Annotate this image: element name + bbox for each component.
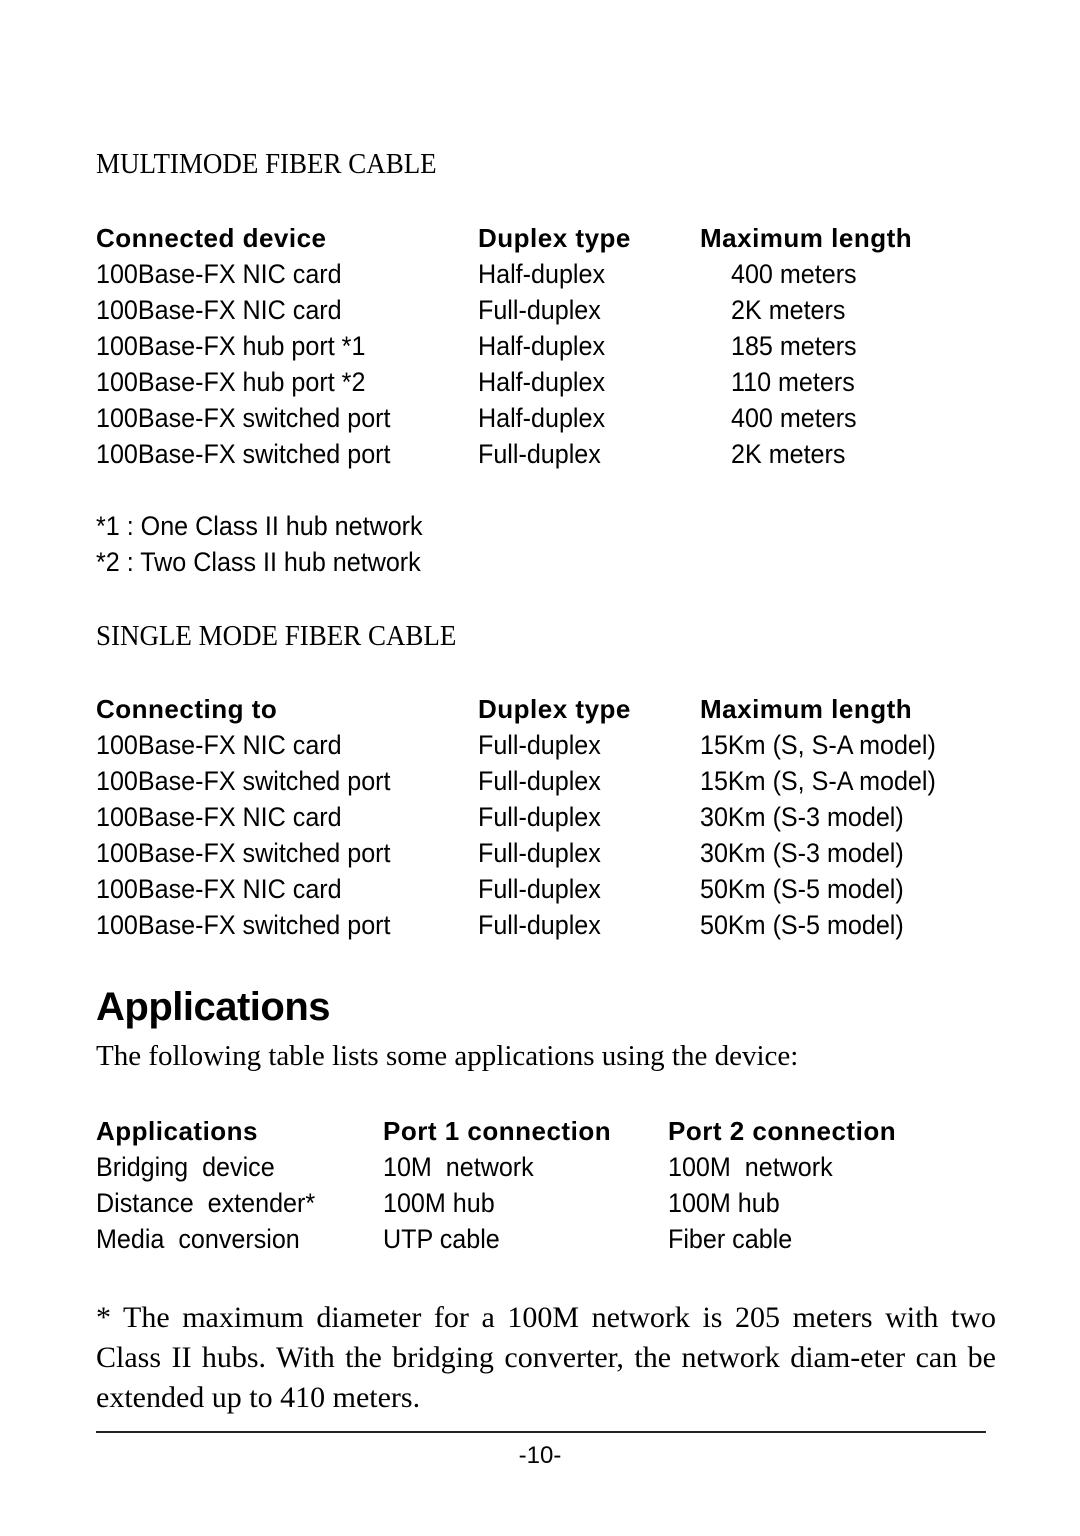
- header-duplex-type: Duplex type: [478, 223, 631, 253]
- header-connected-device: Connected device: [96, 223, 327, 253]
- cell-device: 100Base-FX switched port: [96, 439, 391, 469]
- cell-duplex: Half-duplex: [478, 367, 606, 397]
- cell-duplex: Full-duplex: [478, 295, 601, 325]
- applications-intro: The following table lists some applicati…: [96, 1040, 799, 1072]
- cell-length: 15Km (S, S-A model): [700, 730, 936, 760]
- header-applications: Applications: [96, 1116, 259, 1146]
- singlemode-section-title: SINGLE MODE FIBER CABLE: [96, 620, 457, 652]
- cell-device: 100Base-FX hub port *1: [96, 331, 366, 361]
- cell-length: 400 meters: [731, 259, 857, 289]
- header-connecting-to: Connecting to: [96, 694, 278, 724]
- header-maximum-length: Maximum length: [700, 223, 913, 253]
- cell-length: 185 meters: [731, 331, 857, 361]
- cell-port-1: 10M network: [383, 1152, 534, 1182]
- cell-duplex: Full-duplex: [478, 874, 601, 904]
- cell-device: 100Base-FX switched port: [96, 403, 391, 433]
- cell-duplex: Full-duplex: [478, 730, 601, 760]
- cell-application: Distance extender*: [96, 1188, 316, 1218]
- cell-duplex: Half-duplex: [478, 259, 606, 289]
- cell-length: 15Km (S, S-A model): [700, 766, 936, 796]
- cell-port-2: Fiber cable: [668, 1224, 793, 1254]
- cell-device: 100Base-FX NIC card: [96, 295, 342, 325]
- cell-length: 30Km (S-3 model): [700, 802, 904, 832]
- cell-device: 100Base-FX NIC card: [96, 802, 342, 832]
- cell-port-2: 100M hub: [668, 1188, 780, 1218]
- cell-length: 2K meters: [731, 295, 846, 325]
- cell-port-2: 100M network: [668, 1152, 833, 1182]
- cell-application: Bridging device: [96, 1152, 275, 1182]
- cell-port-1: 100M hub: [383, 1188, 495, 1218]
- multimode-section-title: MULTIMODE FIBER CABLE: [96, 148, 437, 180]
- header-duplex-type: Duplex type: [478, 694, 631, 724]
- cell-device: 100Base-FX hub port *2: [96, 367, 366, 397]
- cell-duplex: Half-duplex: [478, 403, 606, 433]
- applications-heading: Applications: [96, 985, 331, 1029]
- cell-application: Media conversion: [96, 1224, 300, 1254]
- cell-duplex: Full-duplex: [478, 838, 601, 868]
- cell-device: 100Base-FX switched port: [96, 838, 391, 868]
- cell-device: 100Base-FX switched port: [96, 766, 391, 796]
- cell-duplex: Full-duplex: [478, 802, 601, 832]
- cell-device: 100Base-FX NIC card: [96, 730, 342, 760]
- header-port-1: Port 1 connection: [383, 1116, 612, 1146]
- applications-footnote: * The maximum diameter for a 100M networ…: [96, 1301, 996, 1414]
- cell-length: 2K meters: [731, 439, 846, 469]
- note-1: *1 : One Class II hub network: [96, 511, 423, 541]
- cell-device: 100Base-FX NIC card: [96, 259, 342, 289]
- cell-length: 50Km (S-5 model): [700, 910, 904, 940]
- cell-duplex: Half-duplex: [478, 331, 606, 361]
- cell-duplex: Full-duplex: [478, 910, 601, 940]
- cell-length: 30Km (S-3 model): [700, 838, 904, 868]
- cell-length: 400 meters: [731, 403, 857, 433]
- cell-port-1: UTP cable: [383, 1224, 500, 1254]
- cell-duplex: Full-duplex: [478, 766, 601, 796]
- note-2: *2 : Two Class II hub network: [96, 547, 421, 577]
- cell-duplex: Full-duplex: [478, 439, 601, 469]
- cell-length: 50Km (S-5 model): [700, 874, 904, 904]
- header-port-2: Port 2 connection: [668, 1116, 897, 1146]
- cell-device: 100Base-FX NIC card: [96, 874, 342, 904]
- footer-divider: [96, 1431, 986, 1433]
- cell-length: 110 meters: [731, 367, 855, 397]
- header-maximum-length: Maximum length: [700, 694, 913, 724]
- cell-device: 100Base-FX switched port: [96, 910, 391, 940]
- page-number: -10-: [518, 1442, 562, 1469]
